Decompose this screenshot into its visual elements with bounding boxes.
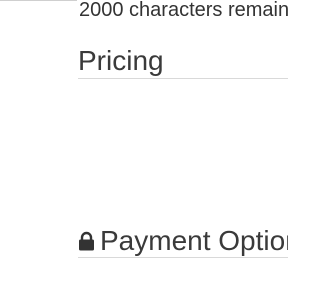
payment-section-header: Payment Options: [78, 225, 288, 257]
lock-icon: [78, 231, 95, 251]
payment-section-title: Payment Options: [100, 225, 288, 256]
character-counter: 2000 characters remaini: [79, 0, 288, 21]
payment-divider: [78, 257, 288, 258]
pricing-divider: [78, 78, 288, 79]
top-divider: [0, 0, 77, 1]
pricing-section-title: Pricing: [78, 45, 164, 76]
form-page: 2000 characters remaini Pricing Payment …: [0, 0, 288, 288]
